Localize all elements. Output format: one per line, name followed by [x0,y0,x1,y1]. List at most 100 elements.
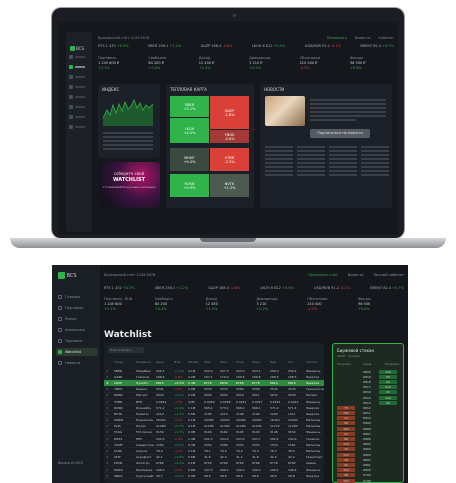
column-header[interactable]: Откр. [234,360,250,364]
news-image[interactable] [265,96,305,126]
stat-card[interactable]: Фонды 96 500 ₽ +0.6% [350,56,394,78]
heatmap-cell[interactable]: LKOH +4.2% [170,118,209,143]
ticker-item[interactable]: RTS 1 432 +0.3% [104,286,135,294]
withdraw-link[interactable]: Вывести [355,36,371,40]
column-header[interactable]: Сектор [304,360,324,364]
watchlist-promo-banner[interactable]: соберите свой WATCHLIST отслеживайте нуж… [98,162,160,208]
heatmap-cell[interactable]: GAZP -1.8% [210,96,249,129]
star-icon[interactable]: ☆ [104,412,112,416]
column-header[interactable]: Тикер [112,360,134,364]
column-header[interactable]: Мин [202,360,218,364]
table-row[interactable]: ☆SNGS Сургутнефтегаз28.7 +0.4%6.3М 28.5 28.8… [104,473,324,480]
sidebar-item[interactable]: Новости [56,359,98,367]
sidebar-item[interactable] [69,84,89,90]
brand-logo[interactable]: BCS [70,38,88,51]
sidebar-item[interactable] [69,64,89,70]
star-icon[interactable]: ☆ [104,430,112,434]
star-icon[interactable]: ★ [104,381,112,385]
sidebar-item[interactable]: Watchlist [56,348,98,356]
star-icon[interactable]: ☆ [104,369,112,373]
star-icon[interactable]: ☆ [104,375,112,379]
star-icon[interactable]: ☆ [104,387,112,391]
heatmap-cell[interactable]: VTBR -2.3% [210,148,249,171]
ticker-item[interactable]: LKOH 6 812 +0.5% [260,286,294,294]
heatmap-cell[interactable]: NVTK +1.3% [210,174,249,197]
column-header[interactable]: Макс [218,360,234,364]
star-icon[interactable]: ☆ [104,474,112,478]
star-icon[interactable]: ☆ [104,468,112,472]
stat-card[interactable]: Доход 12 450 +1.0% [206,297,252,317]
sidebar-item[interactable]: Аналитика [56,326,98,334]
stat-card[interactable]: Свободно 84 200 +0.4% [155,297,201,317]
ticker-item[interactable]: SBER 256.1 +1.2% [148,44,181,52]
ticker-item[interactable]: BRENT 82.4 +0.7% [360,44,394,52]
news-item[interactable] [265,144,293,178]
ticker-item[interactable]: SBER 256.1 +1.2% [155,286,188,294]
column-header[interactable]: Бид [268,360,286,364]
stat-card[interactable]: Дивиденды 3 210 +0.2% [256,297,302,317]
deposit-link[interactable]: Пополнить [327,36,347,40]
star-icon[interactable]: ☆ [104,461,112,465]
sidebar-item[interactable] [69,94,89,100]
stat-card[interactable]: Доход 12 450 ₽ +1.0% [199,56,243,78]
stat-card[interactable]: Облигации 210 000 -0.3% [307,297,353,317]
index-panel[interactable]: ИНДЕКС [98,84,160,158]
sidebar-item[interactable] [69,54,89,60]
ticker-item[interactable]: LKOH 6 812 +0.5% [252,44,286,52]
star-icon[interactable]: ☆ [104,406,112,410]
cabinet-link[interactable]: Кабинет [378,36,394,40]
withdraw-link[interactable]: Вывести [348,273,364,277]
stat-card[interactable]: Свободно 84 200 ₽ +0.4% [148,56,192,78]
ticker-item[interactable]: RTS 1 432 +0.3% [98,44,129,52]
column-header[interactable]: Цена [154,360,172,364]
brand-logo[interactable]: BCS [58,272,77,279]
heatmap-panel[interactable]: ТЕПЛОВАЯ КАРТА SBER +2.1% GAZP -1.8% LKOH +4.… [166,84,254,208]
star-icon[interactable]: ☆ [104,400,112,404]
news-item[interactable] [361,144,389,178]
ticker-item[interactable]: USD/RUB 91.2 -0.1% [314,286,350,294]
heatmap-cell[interactable]: SBER +2.1% [170,96,209,117]
news-subscribe-button[interactable]: Подписаться на новости [310,129,370,138]
stat-card[interactable]: Портфель 1 245 600 ₽ +2.1% [98,56,142,78]
sidebar-item[interactable]: Рынки [56,315,98,323]
sidebar-item[interactable]: Торговля [56,337,98,345]
stat-card[interactable]: Облигации 210 000 ₽ -0.3% [300,56,344,78]
sidebar-item[interactable] [69,74,89,80]
column-header[interactable]: Изм. [172,360,186,364]
ticker-item[interactable]: BRENT 82.4 +0.7% [370,286,404,294]
sidebar-item[interactable]: Главная [56,293,98,301]
column-header[interactable]: Закр. [250,360,268,364]
column-header[interactable]: Название [134,360,154,364]
star-icon[interactable]: ☆ [104,393,112,397]
logout-link[interactable]: Выход из BCS [58,461,83,465]
heatmap-cell[interactable]: YNDX -0.6% [210,130,249,143]
stat-card[interactable]: Портфель, RUB 1 245 600 +2.1% [104,297,150,317]
star-icon[interactable]: ☆ [104,424,112,428]
search-input[interactable]: Найти бумагу [108,347,144,353]
star-icon[interactable]: ☆ [104,443,112,447]
star-icon[interactable]: ☆ [104,449,112,453]
deposit-link[interactable]: Пополнить счёт [308,273,337,277]
sidebar-item[interactable] [69,124,89,130]
heatmap-cell[interactable]: MGNT +0.4% [170,148,209,171]
column-header[interactable]: Аск [286,360,304,364]
table-cell: 6780 [156,461,164,466]
ticker-item[interactable]: USD/RUB 91.2 -0.1% [305,44,341,52]
stat-card[interactable]: Фонды 96 500 +0.6% [358,297,404,317]
column-header[interactable]: Объём [186,360,202,364]
ticker-item[interactable]: GAZP 168.4 -0.8% [208,286,240,294]
news-item[interactable] [297,144,325,178]
nav-label-placeholder [75,96,85,98]
sidebar-item[interactable] [69,104,89,110]
star-icon[interactable]: ☆ [104,455,112,459]
ticker-item[interactable]: GAZP 168.4 -0.8% [201,44,233,52]
star-icon[interactable]: ☆ [104,437,112,441]
news-panel[interactable]: НОВОСТИ Подписаться на новости [260,84,392,208]
star-icon[interactable]: ☆ [104,418,112,422]
heatmap-cell[interactable]: ROSN +0.9% [170,174,209,197]
stat-card[interactable]: Дивиденды 3 210 ₽ +0.2% [249,56,293,78]
sidebar-item[interactable]: Портфель [56,304,98,312]
sidebar-item[interactable] [69,114,89,120]
news-item[interactable] [329,144,357,178]
cabinet-link[interactable]: Личный кабинет [373,273,404,277]
